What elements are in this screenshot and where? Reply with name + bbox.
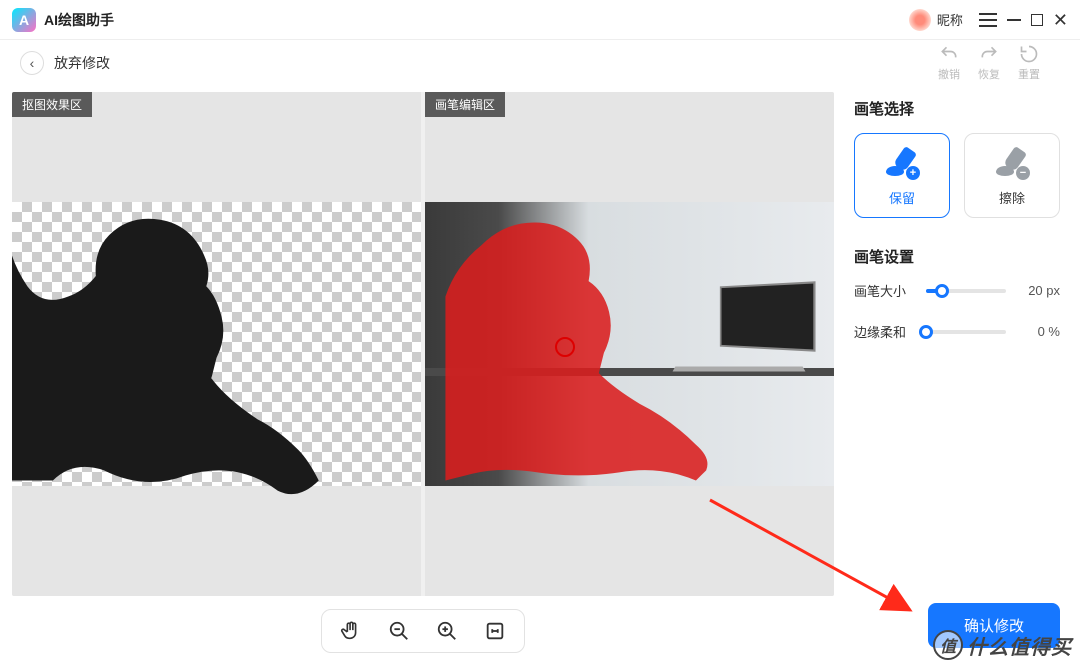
edge-soft-row: 边缘柔和 0 %: [854, 322, 1060, 341]
menu-icon[interactable]: [979, 13, 997, 27]
undo-button[interactable]: 撤销: [938, 44, 960, 82]
brush-erase-label: 擦除: [999, 188, 1025, 207]
brush-erase-option[interactable]: − 擦除: [964, 133, 1060, 218]
brush-size-thumb[interactable]: [935, 284, 949, 298]
settings-section-title: 画笔设置: [854, 246, 1060, 267]
sidebar: 画笔选择 + 保留 − 擦除 画笔设置 画笔大小: [840, 86, 1080, 666]
reset-label: 重置: [1018, 66, 1040, 82]
undo-label: 撤销: [938, 66, 960, 82]
hand-icon: [340, 620, 362, 642]
window-minimize[interactable]: [1007, 19, 1021, 21]
watermark-badge: 值: [933, 630, 963, 660]
undo-icon: [939, 44, 959, 64]
brush-keep-option[interactable]: + 保留: [854, 133, 950, 218]
brush-erase-icon: −: [994, 148, 1030, 178]
redo-label: 恢复: [978, 66, 1000, 82]
redo-icon: [979, 44, 999, 64]
window-maximize[interactable]: [1031, 14, 1043, 26]
brush-cursor-icon: [555, 337, 575, 357]
redo-button[interactable]: 恢复: [978, 44, 1000, 82]
canvas-container: 抠图效果区 画笔编辑区: [12, 92, 834, 596]
brush-size-slider[interactable]: [926, 289, 1006, 293]
zoom-out-button[interactable]: [386, 618, 412, 644]
titlebar: A AI绘图助手 昵称 ✕: [0, 0, 1080, 40]
app-logo: A: [12, 8, 36, 32]
back-button[interactable]: ‹: [20, 51, 44, 75]
watermark: 值 什么值得买: [933, 630, 1072, 660]
brush-section-title: 画笔选择: [854, 98, 1060, 119]
fit-icon: [484, 620, 506, 642]
result-panel[interactable]: 抠图效果区: [12, 92, 421, 596]
app-title: AI绘图助手: [44, 10, 114, 30]
user-nickname[interactable]: 昵称: [937, 10, 963, 29]
watermark-text: 什么值得买: [967, 631, 1072, 660]
cutout-silhouette: [12, 92, 421, 593]
brush-mask: [425, 92, 834, 593]
brush-size-value: 20 px: [1016, 283, 1060, 298]
window-close[interactable]: ✕: [1053, 11, 1068, 29]
result-panel-tag: 抠图效果区: [12, 92, 92, 117]
reset-icon: [1019, 44, 1039, 64]
edge-soft-value: 0 %: [1016, 324, 1060, 339]
edit-panel-tag: 画笔编辑区: [425, 92, 505, 117]
zoom-out-icon: [388, 620, 410, 642]
subheader: ‹ 放弃修改 撤销 恢复 重置: [0, 40, 1080, 86]
brush-keep-icon: +: [884, 148, 920, 178]
edge-soft-label: 边缘柔和: [854, 322, 916, 341]
edge-soft-thumb[interactable]: [919, 325, 933, 339]
pan-tool[interactable]: [338, 618, 364, 644]
reset-button[interactable]: 重置: [1018, 44, 1040, 82]
edge-soft-slider[interactable]: [926, 330, 1006, 334]
back-label: 放弃修改: [54, 53, 110, 73]
brush-size-label: 画笔大小: [854, 281, 916, 300]
fit-screen-button[interactable]: [482, 618, 508, 644]
zoom-in-button[interactable]: [434, 618, 460, 644]
brush-size-row: 画笔大小 20 px: [854, 281, 1060, 300]
edit-panel[interactable]: 画笔编辑区: [425, 92, 834, 596]
zoom-in-icon: [436, 620, 458, 642]
bottom-toolbar: [12, 596, 834, 666]
user-avatar[interactable]: [909, 9, 931, 31]
brush-keep-label: 保留: [889, 188, 915, 207]
